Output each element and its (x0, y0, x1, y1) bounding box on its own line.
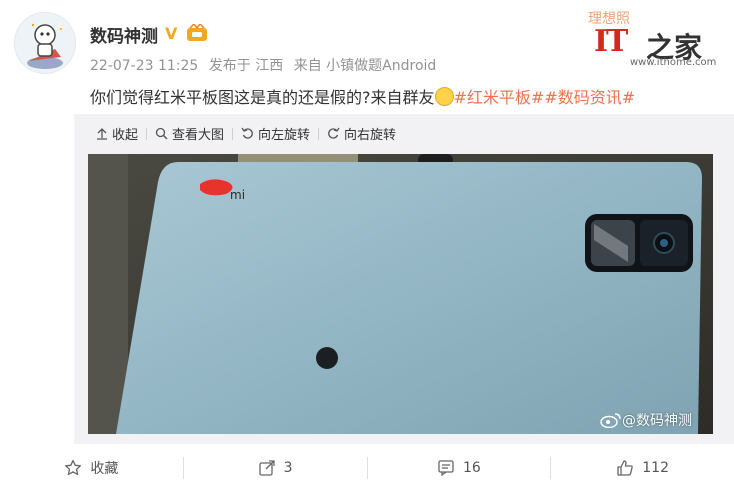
post-photo[interactable]: mi (88, 154, 713, 434)
photo-watermark-text: @数码神测 (622, 413, 692, 429)
post-source: 来自 小镇做题Android (293, 58, 437, 74)
rotate-left-icon (241, 127, 253, 139)
photo-brand-text: mi (230, 188, 245, 202)
rotate-right-button[interactable]: 向右旋转 (319, 124, 404, 143)
repost-button[interactable]: 3 (184, 459, 367, 477)
comment-count: 16 (462, 460, 481, 476)
post-body: 你们觉得红米平板图这是真的还是假的?来自群友 (90, 88, 435, 107)
post-meta: 22-07-23 11:25 发布于 江西 来自 小镇做题Android (90, 55, 442, 75)
view-large-button[interactable]: 查看大图 (147, 124, 232, 143)
action-bar: 收藏 3 16 112 (0, 452, 734, 484)
comment-icon (438, 460, 454, 477)
ithome-watermark: 理想照 IT 之家 www.ithome.com (582, 4, 732, 70)
favorite-label: 收藏 (90, 461, 119, 477)
photo-watermark: @数码神测 (600, 410, 692, 430)
rotate-right-icon (328, 127, 340, 139)
smile-emoji-icon (434, 87, 454, 106)
share-arrow-icon (259, 460, 275, 476)
like-button[interactable]: 112 (551, 459, 734, 477)
vip-badge-icon (187, 24, 207, 41)
weibo-logo-icon (600, 413, 621, 428)
rotate-left-label: 向左旋转 (258, 128, 311, 143)
view-large-label: 查看大图 (172, 128, 225, 143)
tablet-photo-image: mi (88, 154, 713, 434)
favorite-button[interactable]: 收藏 (0, 458, 183, 478)
image-toolbar: 收起 查看大图 向左旋转 向右旋转 (88, 124, 404, 143)
post-time[interactable]: 22-07-23 11:25 (90, 58, 198, 74)
hashtag-redmi-pad[interactable]: #红米平板# (454, 88, 545, 107)
star-icon (65, 459, 82, 476)
rotate-right-label: 向右旋转 (344, 128, 397, 143)
astronaut-avatar-icon (15, 13, 75, 73)
upload-arrow-icon (97, 127, 107, 140)
like-count: 112 (642, 460, 669, 476)
watermark-it: IT (594, 24, 628, 59)
repost-count: 3 (283, 460, 293, 476)
post-location: 发布于 江西 (208, 58, 284, 74)
username[interactable]: 数码神测 (90, 22, 158, 47)
collapse-button[interactable]: 收起 (88, 124, 146, 143)
post-text: 你们觉得红米平板图这是真的还是假的?来自群友 #红米平板##数码资讯# (90, 84, 635, 108)
avatar[interactable] (14, 12, 76, 74)
thumbs-up-icon (617, 460, 634, 476)
magnifier-icon (155, 127, 168, 140)
comment-button[interactable]: 16 (368, 459, 551, 477)
verified-badge: V (165, 24, 178, 43)
watermark-url: www.ithome.com (630, 57, 717, 68)
rotate-left-button[interactable]: 向左旋转 (233, 124, 318, 143)
collapse-label: 收起 (112, 128, 139, 143)
hashtag-digital-news[interactable]: #数码资讯# (544, 88, 635, 107)
